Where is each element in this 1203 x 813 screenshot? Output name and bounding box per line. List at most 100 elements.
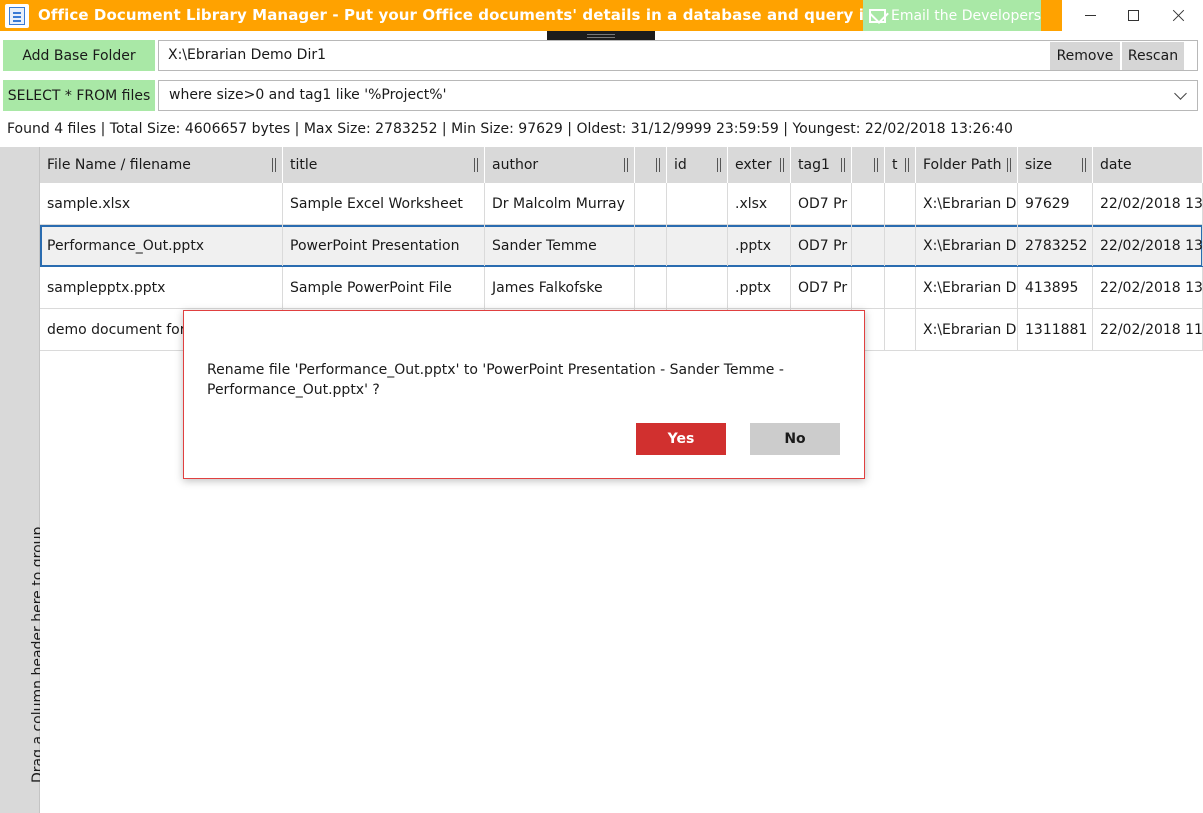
cell-t[interactable] <box>885 309 916 350</box>
select-from-files-button[interactable]: SELECT * FROM files <box>3 80 155 111</box>
cell-tag1[interactable]: OD7 Pr <box>791 183 852 224</box>
header-label: t <box>892 157 898 173</box>
header-label: tag1 <box>798 157 830 173</box>
cell-narrow-2[interactable] <box>852 267 885 308</box>
column-resize-grip-icon[interactable] <box>1007 158 1011 172</box>
mail-icon <box>869 8 886 23</box>
column-resize-grip-icon[interactable] <box>780 158 784 172</box>
column-resize-grip-icon[interactable] <box>841 158 845 172</box>
cell-tag1[interactable]: OD7 Pr <box>791 267 852 308</box>
cell-t[interactable] <box>885 267 916 308</box>
column-resize-grip-icon[interactable] <box>874 158 878 172</box>
maximize-icon <box>1127 10 1139 21</box>
close-icon <box>1172 9 1185 22</box>
cell-folder-path[interactable]: X:\Ebrarian D <box>916 225 1018 266</box>
column-resize-grip-icon[interactable] <box>474 158 478 172</box>
minimize-button[interactable] <box>1067 0 1113 31</box>
rename-confirm-dialog: Rename file 'Performance_Out.pptx' to 'P… <box>183 310 865 479</box>
cell-extension[interactable]: .pptx <box>728 225 791 266</box>
cell-date[interactable]: 22/02/2018 13: <box>1093 267 1203 308</box>
column-resize-grip-icon[interactable] <box>656 158 660 172</box>
maximize-button[interactable] <box>1110 0 1156 31</box>
header-col-extension[interactable]: exter <box>728 147 791 183</box>
cell-folder-path[interactable]: X:\Ebrarian D <box>916 183 1018 224</box>
cell-t[interactable] <box>885 225 916 266</box>
cell-title[interactable]: PowerPoint Presentation <box>283 225 485 266</box>
header-label: exter <box>735 157 772 173</box>
base-folder-path: X:\Ebrarian Demo Dir1 <box>168 47 327 63</box>
cell-author[interactable]: James Falkofske <box>485 267 635 308</box>
table-row[interactable]: sample.xlsx Sample Excel Worksheet Dr Malc… <box>40 183 1203 225</box>
cell-extension[interactable]: .xlsx <box>728 183 791 224</box>
query-combobox[interactable]: where size>0 and tag1 like '%Project%' <box>158 80 1198 111</box>
yes-button[interactable]: Yes <box>636 423 726 455</box>
header-col-narrow-2[interactable] <box>852 147 885 183</box>
cell-tag1[interactable]: OD7 Pr <box>791 225 852 266</box>
cell-date[interactable]: 22/02/2018 13: <box>1093 225 1203 266</box>
cell-author[interactable]: Dr Malcolm Murray <box>485 183 635 224</box>
column-resize-grip-icon[interactable] <box>717 158 721 172</box>
cell-author[interactable]: Sander Temme <box>485 225 635 266</box>
cell-id[interactable] <box>667 267 728 308</box>
add-base-folder-button[interactable]: Add Base Folder <box>3 40 155 71</box>
header-col-size[interactable]: size <box>1018 147 1093 183</box>
header-col-folder-path[interactable]: Folder Path <box>916 147 1018 183</box>
cell-t[interactable] <box>885 183 916 224</box>
minimize-icon <box>1084 15 1096 16</box>
cell-size[interactable]: 97629 <box>1018 183 1093 224</box>
header-col-tag1[interactable]: tag1 <box>791 147 852 183</box>
cell-date[interactable]: 22/02/2018 13: <box>1093 183 1203 224</box>
table-row[interactable]: samplepptx.pptx Sample PowerPoint File Jam… <box>40 267 1203 309</box>
files-grid: File Name / filename title author id exter ta… <box>40 147 1203 813</box>
cell-size[interactable]: 413895 <box>1018 267 1093 308</box>
cell-title[interactable]: Sample Excel Worksheet <box>283 183 485 224</box>
table-row[interactable]: Performance_Out.pptx PowerPoint Presentat… <box>40 225 1203 267</box>
cell-date[interactable]: 22/02/2018 11: <box>1093 309 1203 350</box>
column-resize-grip-icon[interactable] <box>905 158 909 172</box>
cell-narrow-2[interactable] <box>852 225 885 266</box>
cell-folder-path[interactable]: X:\Ebrarian D <box>916 267 1018 308</box>
header-col-title[interactable]: title <box>283 147 485 183</box>
header-label: id <box>674 157 687 173</box>
cell-narrow-2[interactable] <box>852 183 885 224</box>
cell-filename[interactable]: Performance_Out.pptx <box>40 225 283 266</box>
close-button[interactable] <box>1155 0 1201 31</box>
email-developers-button[interactable]: Email the Developers <box>863 0 1041 31</box>
cell-filename[interactable]: samplepptx.pptx <box>40 267 283 308</box>
cell-extension[interactable]: .pptx <box>728 267 791 308</box>
header-col-narrow-1[interactable] <box>635 147 667 183</box>
cell-title[interactable]: Sample PowerPoint File <box>283 267 485 308</box>
header-col-filename[interactable]: File Name / filename <box>40 147 283 183</box>
chevron-down-icon[interactable] <box>1174 87 1187 100</box>
rescan-button[interactable]: Rescan <box>1122 42 1184 70</box>
header-col-id[interactable]: id <box>667 147 728 183</box>
grid-header: File Name / filename title author id exter ta… <box>40 147 1203 183</box>
cell-id[interactable] <box>667 183 728 224</box>
app-document-icon <box>5 4 29 28</box>
header-label: author <box>492 157 539 173</box>
no-button[interactable]: No <box>750 423 840 455</box>
email-developers-label: Email the Developers <box>890 7 1041 24</box>
column-resize-grip-icon[interactable] <box>624 158 628 172</box>
remove-button[interactable]: Remove <box>1050 42 1120 70</box>
header-label: Folder Path <box>923 157 1002 173</box>
base-folder-field[interactable]: X:\Ebrarian Demo Dir1 Remove Rescan <box>158 40 1198 71</box>
cell-narrow-1[interactable] <box>635 267 667 308</box>
cell-narrow-1[interactable] <box>635 225 667 266</box>
cell-narrow-1[interactable] <box>635 183 667 224</box>
cell-size[interactable]: 2783252 <box>1018 225 1093 266</box>
cell-filename[interactable]: sample.xlsx <box>40 183 283 224</box>
query-text: where size>0 and tag1 like '%Project%' <box>169 87 447 103</box>
header-col-date[interactable]: date <box>1093 147 1203 183</box>
column-resize-grip-icon[interactable] <box>272 158 276 172</box>
cell-id[interactable] <box>667 225 728 266</box>
header-label: File Name / filename <box>47 157 191 173</box>
header-label: date <box>1100 157 1132 173</box>
cell-size[interactable]: 1311881 <box>1018 309 1093 350</box>
column-resize-grip-icon[interactable] <box>1082 158 1086 172</box>
cell-folder-path[interactable]: X:\Ebrarian D <box>916 309 1018 350</box>
header-col-author[interactable]: author <box>485 147 635 183</box>
header-label: size <box>1025 157 1053 173</box>
group-by-panel[interactable]: Drag a column header here to group <box>0 147 46 813</box>
header-col-t[interactable]: t <box>885 147 916 183</box>
